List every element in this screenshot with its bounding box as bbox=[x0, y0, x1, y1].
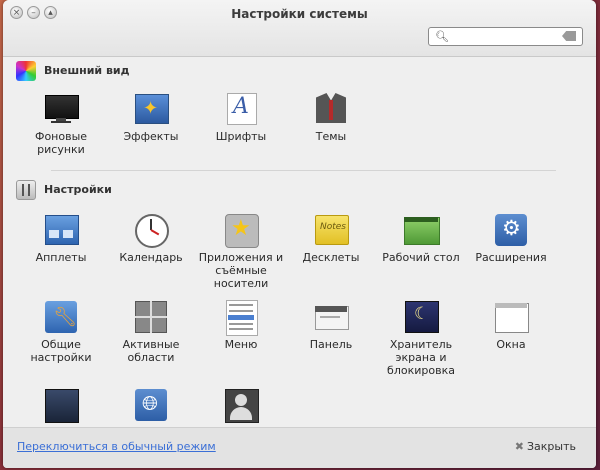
item-globe-partial[interactable]: 🌐︎ bbox=[107, 388, 195, 422]
item-startup-applications[interactable]: ★ Приложения и съёмные носители bbox=[197, 213, 285, 290]
palette-icon bbox=[16, 61, 36, 81]
clock-icon bbox=[134, 213, 169, 248]
grid-icon bbox=[134, 300, 168, 334]
item-hot-corners[interactable]: Активные области bbox=[107, 300, 195, 364]
item-backgrounds[interactable]: Фоновые рисунки bbox=[17, 92, 105, 156]
item-applets[interactable]: Апплеты bbox=[17, 213, 105, 264]
close-button[interactable]: ✖ Закрыть bbox=[515, 440, 576, 453]
item-fonts[interactable]: A Шрифты bbox=[197, 92, 285, 143]
item-desktop[interactable]: Рабочий стол bbox=[377, 213, 465, 264]
switch-mode-link[interactable]: Переключиться в обычный режим bbox=[17, 440, 216, 453]
item-themes[interactable]: Темы bbox=[287, 92, 375, 143]
item-desklets[interactable]: Notes Десклеты bbox=[287, 213, 375, 264]
monitor-icon bbox=[44, 92, 79, 126]
menu-list-icon bbox=[224, 300, 258, 336]
applets-icon bbox=[44, 213, 79, 247]
item-general[interactable]: 🔧︎ Общие настройки bbox=[17, 300, 105, 364]
effects-icon: ✦ bbox=[134, 92, 169, 126]
search-icon: 🔍︎ bbox=[435, 30, 449, 43]
section-title: Настройки bbox=[44, 183, 112, 196]
wrench-icon: 🔧︎ bbox=[44, 300, 78, 334]
settings-window: × – ▴ Настройки системы 🔍︎ Внешний вид Ф… bbox=[3, 0, 596, 468]
item-calendar[interactable]: Календарь bbox=[107, 213, 195, 264]
search-box[interactable]: 🔍︎ bbox=[428, 27, 583, 46]
gear-icon: ⚙ bbox=[494, 213, 528, 247]
globe-icon: 🌐︎ bbox=[134, 388, 168, 422]
panel-icon bbox=[314, 300, 349, 334]
preferences-icon bbox=[16, 180, 36, 200]
item-screensaver[interactable]: ☾ Хранитель экрана и блокировка bbox=[377, 300, 465, 377]
item-menu[interactable]: Меню bbox=[197, 300, 285, 351]
item-account-partial[interactable] bbox=[197, 388, 285, 423]
star-gear-icon: ★ bbox=[224, 213, 259, 248]
screensaver-icon: ☾ bbox=[404, 300, 439, 334]
close-icon: ✖ bbox=[514, 440, 524, 453]
window-icon bbox=[494, 300, 529, 334]
item-extensions[interactable]: ⚙ Расширения bbox=[467, 213, 555, 264]
item-windows[interactable]: Окна bbox=[467, 300, 555, 351]
suit-icon bbox=[314, 92, 348, 126]
footer-bar: Переключиться в обычный режим ✖ Закрыть bbox=[3, 427, 596, 468]
item-monitor-partial[interactable] bbox=[17, 388, 105, 423]
content-area: Внешний вид Фоновые рисунки ✦ Эффекты A … bbox=[3, 56, 596, 426]
window-title: Настройки системы bbox=[231, 7, 368, 21]
section-title: Внешний вид bbox=[44, 64, 130, 77]
search-input[interactable] bbox=[451, 29, 551, 44]
titlebar: × – ▴ Настройки системы 🔍︎ bbox=[3, 0, 596, 57]
display-icon bbox=[44, 388, 79, 423]
user-icon bbox=[224, 388, 259, 423]
item-panel[interactable]: Панель bbox=[287, 300, 375, 351]
sticky-note-icon: Notes bbox=[314, 213, 349, 247]
font-icon: A bbox=[224, 92, 258, 126]
item-effects[interactable]: ✦ Эффекты bbox=[107, 92, 195, 143]
desktop-icon bbox=[404, 213, 440, 247]
clear-search-icon[interactable] bbox=[562, 31, 576, 41]
section-divider bbox=[51, 170, 556, 171]
